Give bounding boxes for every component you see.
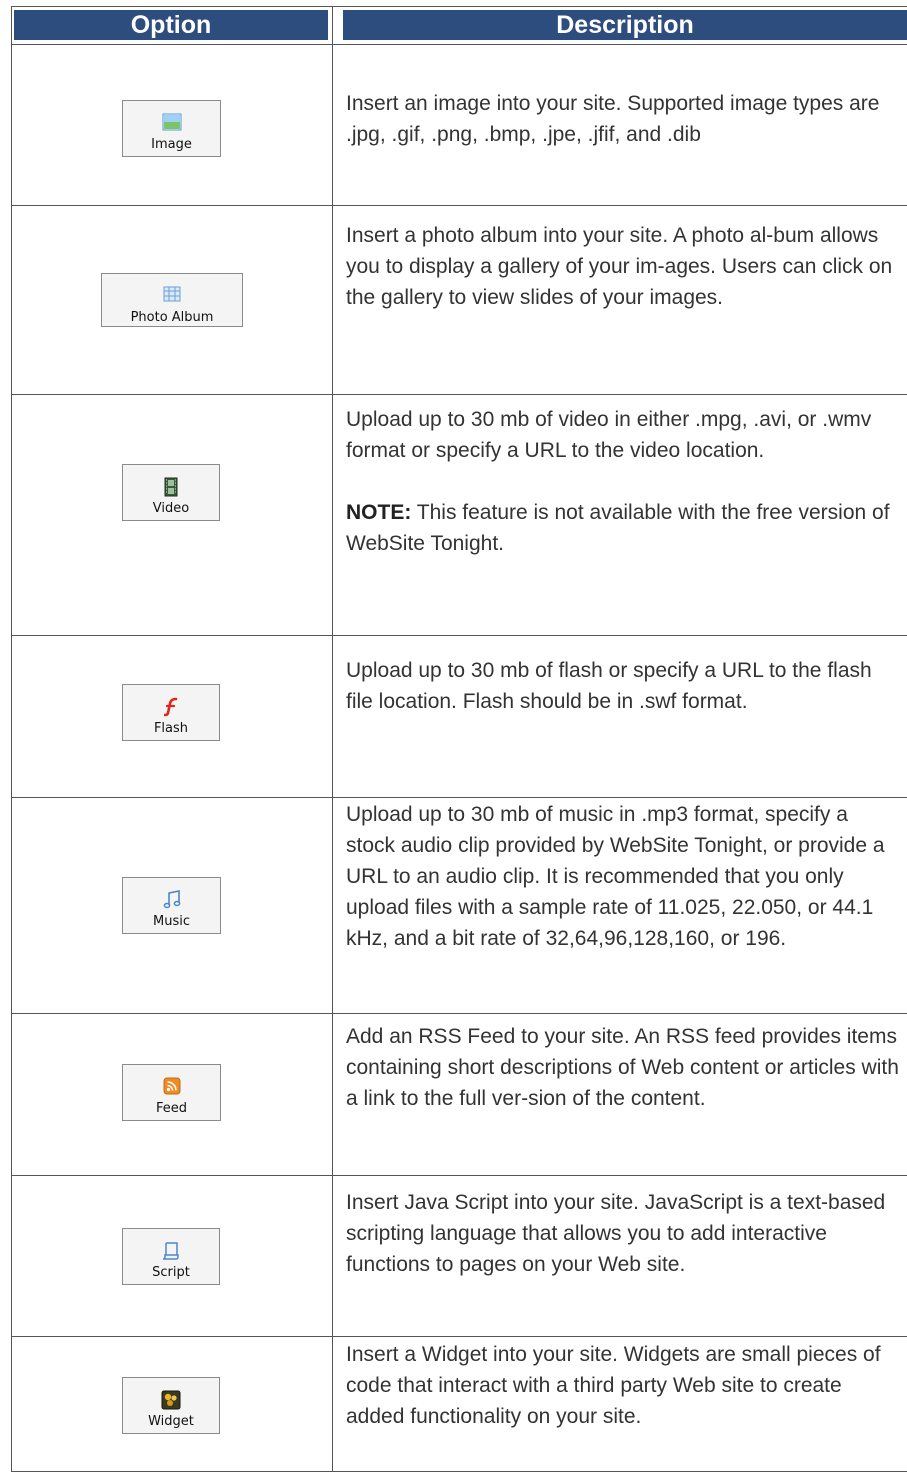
video-button[interactable]: Video (122, 464, 220, 521)
table-header: Option Description (12, 7, 907, 45)
note-paragraph: NOTE: This feature is not available with… (346, 497, 901, 559)
description-text: Upload up to 30 mb of video in either .m… (346, 408, 872, 462)
description-text: Add an RSS Feed to your site. An RSS fee… (346, 1025, 899, 1110)
photo-album-button[interactable]: Photo Album (101, 273, 243, 327)
option-cell: Script (12, 1176, 332, 1336)
description-cell: Insert a photo album into your site. A p… (346, 220, 901, 313)
description-cell: Insert Java Script into your site. JavaS… (346, 1187, 901, 1280)
description-text: Insert a photo album into your site. A p… (346, 224, 893, 309)
option-cell: Music (12, 798, 332, 1013)
button-label: Script (152, 1265, 190, 1280)
option-cell: Flash (12, 636, 332, 797)
feed-button[interactable]: Feed (122, 1064, 221, 1121)
button-label: Photo Album (130, 310, 214, 325)
description-text: Insert Java Script into your site. JavaS… (346, 1191, 886, 1276)
description-text: Insert a Widget into your site. Widgets … (346, 1343, 881, 1428)
image-button[interactable]: Image (122, 100, 221, 157)
flash-icon (123, 697, 219, 717)
table-row: Feed Add an RSS Feed to your site. An RS… (12, 1014, 907, 1176)
widget-button[interactable]: Widget (122, 1377, 220, 1434)
note-text: This feature is not available with the f… (346, 501, 890, 555)
option-cell: Video (12, 395, 332, 635)
photo-album-icon (102, 286, 242, 306)
options-table: Option Description Image Insert an image… (11, 6, 907, 1472)
table-row: Flash Upload up to 30 mb of flash or spe… (12, 636, 907, 798)
video-icon (123, 477, 219, 497)
description-cell: Upload up to 30 mb of flash or specify a… (346, 655, 901, 717)
music-icon (123, 890, 220, 910)
table-row: Music Upload up to 30 mb of music in .mp… (12, 798, 907, 1014)
button-label: Feed (155, 1101, 187, 1116)
description-cell: Insert a Widget into your site. Widgets … (346, 1339, 901, 1432)
button-label: Widget (148, 1414, 194, 1429)
description-column-header: Description (343, 10, 907, 40)
description-text: Upload up to 30 mb of flash or specify a… (346, 659, 872, 713)
script-button[interactable]: Script (122, 1228, 220, 1285)
note-label: NOTE: (346, 501, 412, 524)
rss-feed-icon (123, 1077, 220, 1097)
button-label: Music (153, 914, 190, 929)
option-cell: Widget (12, 1337, 332, 1473)
option-column-header: Option (14, 10, 328, 40)
script-icon (123, 1241, 219, 1261)
description-cell: Upload up to 30 mb of video in either .m… (346, 404, 901, 559)
table-row: Photo Album Insert a photo album into yo… (12, 206, 907, 395)
description-cell: Upload up to 30 mb of music in .mp3 form… (346, 799, 901, 954)
table-row: Script Insert Java Script into your site… (12, 1176, 907, 1337)
table-row: Widget Insert a Widget into your site. W… (12, 1337, 907, 1473)
option-cell: Image (12, 45, 332, 205)
description-cell: Insert an image into your site. Supporte… (346, 88, 901, 150)
option-cell: Photo Album (12, 206, 332, 394)
button-label: Flash (153, 721, 189, 736)
table-row: Video Upload up to 30 mb of video in eit… (12, 395, 907, 636)
widget-icon (123, 1390, 219, 1410)
flash-button[interactable]: Flash (122, 684, 220, 741)
button-label: Image (151, 137, 192, 152)
music-button[interactable]: Music (122, 877, 221, 934)
image-icon (123, 113, 220, 133)
button-label: Video (152, 501, 190, 516)
description-cell: Add an RSS Feed to your site. An RSS fee… (346, 1021, 901, 1114)
table-row: Image Insert an image into your site. Su… (12, 45, 907, 206)
option-cell: Feed (12, 1014, 332, 1175)
description-text: Upload up to 30 mb of music in .mp3 form… (346, 803, 885, 950)
description-text: Insert an image into your site. Supporte… (346, 92, 880, 146)
